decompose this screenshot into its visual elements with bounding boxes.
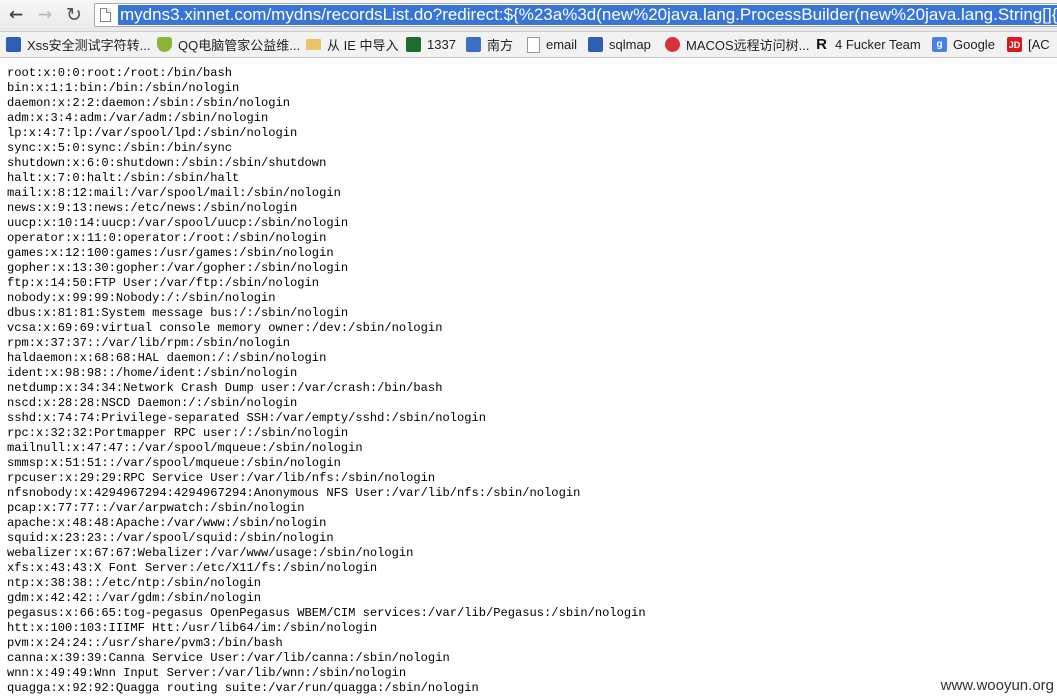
page-icon (100, 8, 111, 22)
bookmark-macos[interactable]: MACOS远程访问树... (665, 35, 810, 54)
passwd-line: netdump:x:34:34:Network Crash Dump user:… (7, 381, 443, 395)
passwd-file-output: root:x:0:0:root:/root:/bin/bash bin:x:1:1… (7, 66, 646, 696)
passwd-line: quagga:x:92:92:Quagga routing suite:/var… (7, 681, 479, 695)
passwd-line: haldaemon:x:68:68:HAL daemon:/:/sbin/nol… (7, 351, 327, 365)
bookmark-google[interactable]: g Google (932, 35, 995, 54)
passwd-line: nscd:x:28:28:NSCD Daemon:/:/sbin/nologin (7, 396, 298, 410)
passwd-line: rpc:x:32:32:Portmapper RPC user:/:/sbin/… (7, 426, 349, 440)
bookmark-email[interactable]: email (527, 35, 577, 54)
passwd-line: root:x:0:0:root:/root:/bin/bash (7, 66, 232, 80)
bookmark-nanfang[interactable]: 南方 (466, 35, 513, 54)
passwd-line: ntp:x:38:38::/etc/ntp:/sbin/nologin (7, 576, 262, 590)
back-arrow-icon[interactable]: ← (4, 4, 28, 26)
passwd-line: lp:x:4:7:lp:/var/spool/lpd:/sbin/nologin (7, 126, 298, 140)
passwd-line: mail:x:8:12:mail:/var/spool/mail:/sbin/n… (7, 186, 341, 200)
bookmark-jd[interactable]: JD [AC (1007, 35, 1050, 54)
passwd-line: apache:x:48:48:Apache:/var/www:/sbin/nol… (7, 516, 327, 530)
bookmark-label: 从 IE 中导入 (327, 38, 399, 53)
shield-icon (157, 37, 172, 52)
bookmark-label: email (546, 37, 578, 52)
bookmark-1337[interactable]: 1337 (406, 35, 456, 54)
passwd-line: bin:x:1:1:bin:/bin:/sbin/nologin (7, 81, 240, 95)
passwd-line: gdm:x:42:42::/var/gdm:/sbin/nologin (7, 591, 262, 605)
bookmark-label: sqlmap (609, 37, 651, 52)
passwd-line: gopher:x:13:30:gopher:/var/gopher:/sbin/… (7, 261, 349, 275)
bookmark-label: 1337 (427, 37, 456, 52)
bookmark-label: 4 Fucker Team (835, 37, 921, 52)
bookmarks-bar: Xss安全测试字符转... QQ电脑管家公益维... 从 IE 中导入 1337… (0, 32, 1057, 58)
bookmark-label: MACOS远程访问树... (686, 38, 810, 53)
green-square-icon (406, 37, 421, 52)
watermark: www.wooyun.org (940, 677, 1054, 694)
bookmark-label: Xss安全测试字符转... (27, 38, 151, 53)
passwd-line: rpcuser:x:29:29:RPC Service User:/var/li… (7, 471, 436, 485)
passwd-line: nobody:x:99:99:Nobody:/:/sbin/nologin (7, 291, 276, 305)
passwd-line: pcap:x:77:77::/var/arpwatch:/sbin/nologi… (7, 501, 305, 515)
address-bar[interactable]: mydns3.xinnet.com/mydns/recordsList.do?r… (94, 3, 1057, 27)
bookmark-label: Google (953, 37, 995, 52)
bookmark-label: 南方 (487, 38, 514, 53)
passwd-line: games:x:12:100:games:/usr/games:/sbin/no… (7, 246, 334, 260)
passwd-line: htt:x:100:103:IIIMF Htt:/usr/lib64/im:/s… (7, 621, 378, 635)
bookmark-label: [AC (1028, 37, 1050, 52)
bookmark-label: QQ电脑管家公益维... (178, 38, 301, 53)
passwd-line: dbus:x:81:81:System message bus:/:/sbin/… (7, 306, 349, 320)
browser-toolbar: ← → ↻ mydns3.xinnet.com/mydns/recordsLis… (0, 0, 1057, 32)
passwd-line: adm:x:3:4:adm:/var/adm:/sbin/nologin (7, 111, 269, 125)
passwd-line: smmsp:x:51:51::/var/spool/mqueue:/sbin/n… (7, 456, 341, 470)
folder-icon (306, 39, 321, 50)
passwd-line: nfsnobody:x:4294967294:4294967294:Anonym… (7, 486, 581, 500)
passwd-line: daemon:x:2:2:daemon:/sbin:/sbin/nologin (7, 96, 291, 110)
passwd-line: ident:x:98:98::/home/ident:/sbin/nologin (7, 366, 298, 380)
passwd-line: vcsa:x:69:69:virtual console memory owne… (7, 321, 443, 335)
passwd-line: pvm:x:24:24::/usr/share/pvm3:/bin/bash (7, 636, 283, 650)
passwd-line: wnn:x:49:49:Wnn Input Server:/var/lib/wn… (7, 666, 407, 680)
bookmark-qq[interactable]: QQ电脑管家公益维... (157, 35, 300, 54)
passwd-line: pegasus:x:66:65:tog-pegasus OpenPegasus … (7, 606, 646, 620)
passwd-line: mailnull:x:47:47::/var/spool/mqueue:/sbi… (7, 441, 363, 455)
jd-icon: JD (1007, 37, 1022, 52)
passwd-line: canna:x:39:39:Canna Service User:/var/li… (7, 651, 450, 665)
passwd-line: ftp:x:14:50:FTP User:/var/ftp:/sbin/nolo… (7, 276, 320, 290)
bookmark-fucker-team[interactable]: R 4 Fucker Team (814, 35, 921, 54)
passwd-line: squid:x:23:23::/var/spool/squid:/sbin/no… (7, 531, 334, 545)
macos-icon (665, 37, 680, 52)
passwd-line: news:x:9:13:news:/etc/news:/sbin/nologin (7, 201, 298, 215)
passwd-line: halt:x:7:0:halt:/sbin:/sbin/halt (7, 171, 240, 185)
passwd-line: shutdown:x:6:0:shutdown:/sbin:/sbin/shut… (7, 156, 327, 170)
paw-icon (6, 37, 21, 52)
passwd-line: sshd:x:74:74:Privilege-separated SSH:/va… (7, 411, 486, 425)
forward-arrow-icon[interactable]: → (33, 4, 57, 26)
passwd-line: operator:x:11:0:operator:/root:/sbin/nol… (7, 231, 327, 245)
passwd-line: rpm:x:37:37::/var/lib/rpm:/sbin/nologin (7, 336, 291, 350)
reload-icon[interactable]: ↻ (62, 4, 86, 26)
passwd-line: webalizer:x:67:67:Webalizer:/var/www/usa… (7, 546, 414, 560)
passwd-line: sync:x:5:0:sync:/sbin:/bin/sync (7, 141, 232, 155)
paw-icon (588, 37, 603, 52)
bookmark-xss[interactable]: Xss安全测试字符转... (6, 35, 151, 54)
r-icon: R (816, 36, 827, 53)
bookmark-ie-import[interactable]: 从 IE 中导入 (306, 35, 399, 54)
google-icon: g (932, 37, 947, 52)
address-bar-url[interactable]: mydns3.xinnet.com/mydns/recordsList.do?r… (118, 5, 1057, 25)
passwd-line: uucp:x:10:14:uucp:/var/spool/uucp:/sbin/… (7, 216, 349, 230)
passwd-line: xfs:x:43:43:X Font Server:/etc/X11/fs:/s… (7, 561, 378, 575)
bookmark-sqlmap[interactable]: sqlmap (588, 35, 651, 54)
square-icon (466, 37, 481, 52)
document-icon (527, 36, 540, 53)
